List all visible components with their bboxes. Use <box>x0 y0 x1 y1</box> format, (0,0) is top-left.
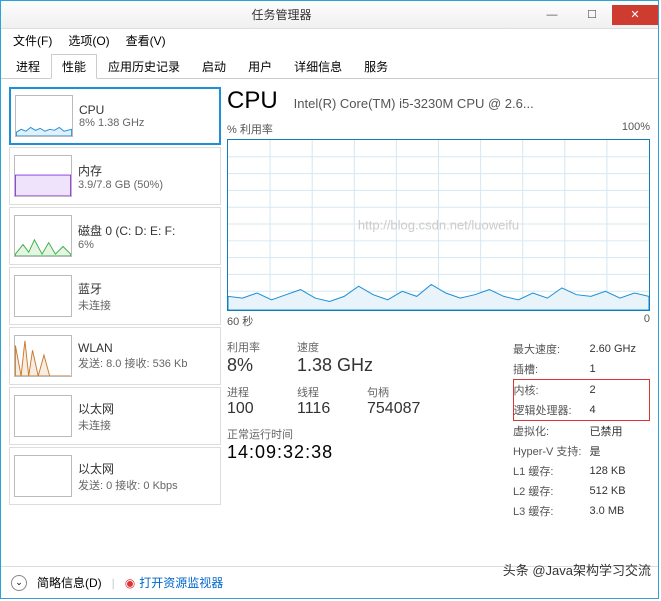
side-sub: 发送: 8.0 接收: 536 Kb <box>78 355 187 371</box>
page-caption: 头条 @Java架构学习交流 <box>503 560 651 579</box>
virt-label: 虚拟化: <box>513 421 589 442</box>
titlebar: 任务管理器 ― ☐ ✕ <box>1 1 658 29</box>
max-speed-label: 最大速度: <box>513 339 589 359</box>
uptime-value: 14:09:32:38 <box>227 442 420 463</box>
proc-value: 100 <box>227 400 277 418</box>
thumb-icon <box>14 155 72 197</box>
sockets-value: 1 <box>590 359 650 380</box>
cpu-chart: http://blog.csdn.net/luoweifu <box>227 139 650 311</box>
menu-file[interactable]: 文件(F) <box>7 30 58 51</box>
side-title: CPU <box>79 103 144 117</box>
tab-app-history[interactable]: 应用历史记录 <box>97 54 191 79</box>
sidebar-item-4[interactable]: WLAN发送: 8.0 接收: 536 Kb <box>9 327 221 385</box>
thumb-icon <box>14 335 72 377</box>
proc-label: 进程 <box>227 384 277 400</box>
thumb-icon <box>15 95 73 137</box>
l2-value: 512 KB <box>590 481 650 501</box>
tab-users[interactable]: 用户 <box>237 54 283 79</box>
handle-value: 754087 <box>367 400 420 418</box>
tab-processes[interactable]: 进程 <box>5 54 51 79</box>
minimize-button[interactable]: ― <box>532 5 572 25</box>
handle-label: 句柄 <box>367 384 420 400</box>
open-resmon-link[interactable]: ◉ 打开资源监视器 <box>125 574 224 591</box>
cpu-details: 最大速度:2.60 GHz 插槽:1 内核:2 逻辑处理器:4 虚拟化:已禁用 … <box>513 339 650 521</box>
side-sub: 未连接 <box>78 297 111 313</box>
sidebar-item-5[interactable]: 以太网未连接 <box>9 387 221 445</box>
side-title: 蓝牙 <box>78 280 111 297</box>
side-sub: 6% <box>78 239 175 251</box>
side-sub: 发送: 0 接收: 0 Kbps <box>78 477 178 493</box>
cores-value: 2 <box>590 380 650 401</box>
thumb-icon <box>14 215 72 257</box>
util-label: 利用率 <box>227 339 277 355</box>
side-title: 磁盘 0 (C: D: E: F: <box>78 222 175 239</box>
side-title: 内存 <box>78 162 163 179</box>
sidebar: CPU8% 1.38 GHz内存3.9/7.8 GB (50%)磁盘 0 (C:… <box>9 87 221 558</box>
util-value: 8% <box>227 355 277 376</box>
l3-label: L3 缓存: <box>513 501 589 521</box>
main-panel: CPU Intel(R) Core(TM) i5-3230M CPU @ 2.6… <box>227 87 650 558</box>
logical-value: 4 <box>590 400 650 421</box>
tab-details[interactable]: 详细信息 <box>283 54 353 79</box>
sidebar-item-0[interactable]: CPU8% 1.38 GHz <box>9 87 221 145</box>
thread-value: 1116 <box>297 400 347 418</box>
uptime-label: 正常运行时间 <box>227 426 420 442</box>
chart-x-left: 60 秒 <box>227 313 253 329</box>
sockets-label: 插槽: <box>513 359 589 380</box>
resmon-icon: ◉ <box>125 576 135 590</box>
close-button[interactable]: ✕ <box>612 5 658 25</box>
speed-value: 1.38 GHz <box>297 355 373 376</box>
thumb-icon <box>14 455 72 497</box>
window-title: 任务管理器 <box>31 6 532 23</box>
thread-label: 线程 <box>297 384 347 400</box>
tab-strip: 进程 性能 应用历史记录 启动 用户 详细信息 服务 <box>1 53 658 79</box>
hyperv-label: Hyper-V 支持: <box>513 441 589 461</box>
hyperv-value: 是 <box>590 441 650 461</box>
chart-label-max: 100% <box>622 121 650 137</box>
sidebar-item-3[interactable]: 蓝牙未连接 <box>9 267 221 325</box>
cpu-model: Intel(R) Core(TM) i5-3230M CPU @ 2.6... <box>294 96 534 111</box>
menu-options[interactable]: 选项(O) <box>62 30 115 51</box>
tab-performance[interactable]: 性能 <box>51 54 97 79</box>
side-sub: 8% 1.38 GHz <box>79 117 144 129</box>
collapse-icon[interactable]: ⌄ <box>11 575 27 591</box>
brief-info-link[interactable]: 简略信息(D) <box>37 574 102 591</box>
virt-value: 已禁用 <box>590 421 650 442</box>
max-speed-value: 2.60 GHz <box>590 339 650 359</box>
chart-x-right: 0 <box>644 313 650 329</box>
l1-value: 128 KB <box>590 461 650 481</box>
sidebar-item-1[interactable]: 内存3.9/7.8 GB (50%) <box>9 147 221 205</box>
thumb-icon <box>14 275 72 317</box>
maximize-button[interactable]: ☐ <box>572 5 612 25</box>
l1-label: L1 缓存: <box>513 461 589 481</box>
logical-label: 逻辑处理器: <box>513 400 589 421</box>
thumb-icon <box>14 395 72 437</box>
side-sub: 未连接 <box>78 417 114 433</box>
tab-startup[interactable]: 启动 <box>191 54 237 79</box>
main-heading: CPU <box>227 87 278 115</box>
side-sub: 3.9/7.8 GB (50%) <box>78 179 163 191</box>
chart-label-util: % 利用率 <box>227 121 273 137</box>
side-title: 以太网 <box>78 400 114 417</box>
cores-label: 内核: <box>513 380 589 401</box>
menu-view[interactable]: 查看(V) <box>120 30 172 51</box>
speed-label: 速度 <box>297 339 373 355</box>
l2-label: L2 缓存: <box>513 481 589 501</box>
l3-value: 3.0 MB <box>590 501 650 521</box>
side-title: 以太网 <box>78 460 178 477</box>
sidebar-item-6[interactable]: 以太网发送: 0 接收: 0 Kbps <box>9 447 221 505</box>
sidebar-item-2[interactable]: 磁盘 0 (C: D: E: F:6% <box>9 207 221 265</box>
tab-services[interactable]: 服务 <box>353 54 399 79</box>
menubar: 文件(F) 选项(O) 查看(V) <box>1 29 658 51</box>
side-title: WLAN <box>78 341 187 355</box>
